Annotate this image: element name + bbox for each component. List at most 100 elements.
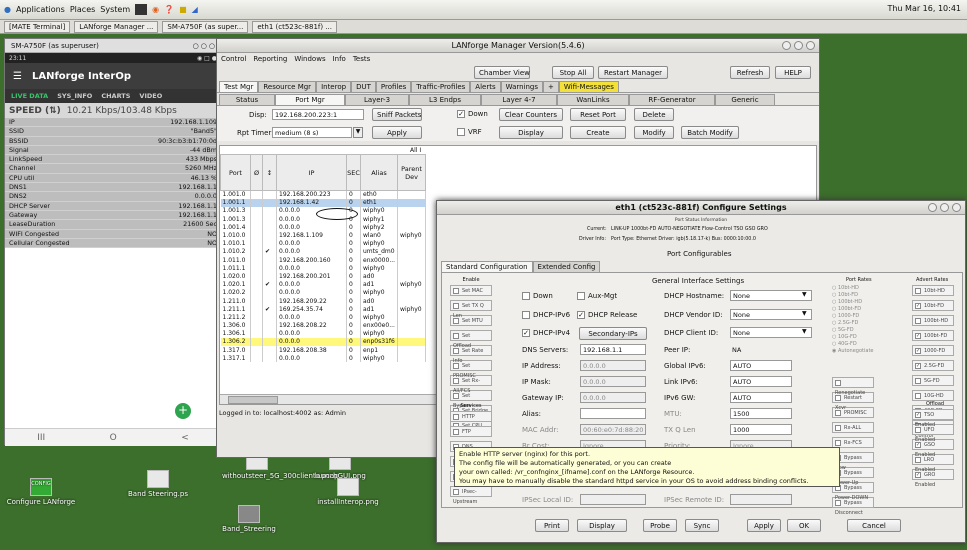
- advert-rate-option[interactable]: ✓ 1000-FD: [912, 345, 954, 356]
- ipsec-local-input[interactable]: [580, 494, 646, 505]
- table-row[interactable]: 1.306.0 192.168.208.22 0 enx00e0...: [220, 321, 427, 330]
- port-rate-radio[interactable]: ○ 10bt-FD: [832, 292, 874, 299]
- minimize-icon[interactable]: [928, 203, 937, 212]
- advert-rate-option[interactable]: ✓ 10bt-FD: [912, 300, 954, 311]
- sub-tab[interactable]: Generic: [715, 94, 775, 105]
- dhcp-clientid-select[interactable]: None: [730, 327, 812, 338]
- main-tab[interactable]: Warnings: [500, 81, 544, 92]
- offload-option[interactable]: ✓ GRO Enabled: [912, 469, 954, 488]
- table-row[interactable]: 1.317.0 192.168.208.38 0 enp1: [220, 346, 427, 355]
- port-rate-radio[interactable]: ○ 100bt-HD: [832, 299, 874, 306]
- launcher-icon[interactable]: [135, 4, 148, 15]
- create-button[interactable]: Create: [570, 126, 626, 139]
- port-rate-radio[interactable]: ○ 10G-FD: [832, 334, 874, 341]
- advert-rate-option[interactable]: 5G-FD: [912, 375, 954, 386]
- hamburger-icon[interactable]: ☰: [13, 71, 22, 82]
- tab-charts[interactable]: CHARTS: [101, 92, 130, 100]
- alias-input[interactable]: [580, 408, 646, 419]
- back-button[interactable]: <: [181, 433, 189, 443]
- desktop-icon-band-streering[interactable]: Band_Streering: [214, 505, 284, 533]
- table-row[interactable]: 1.010.2 ✔ 0.0.0.0 0 umts_dm0: [220, 247, 427, 256]
- task-configure-eth1[interactable]: eth1 (ct523c-881f) ...: [252, 20, 338, 33]
- main-tab[interactable]: Interop: [316, 81, 352, 92]
- gnome-foot-icon[interactable]: ●: [4, 5, 11, 14]
- restart-manager-button[interactable]: Restart Manager: [598, 66, 668, 79]
- desktop-icon-bandsteering-ps[interactable]: Band Steering.ps: [118, 470, 198, 498]
- port-rate-radio[interactable]: ○ 2.5G-FD: [832, 320, 874, 327]
- maximize-icon[interactable]: [794, 41, 803, 50]
- table-row[interactable]: 1.306.1 0.0.0.0 0 wiphy0: [220, 329, 427, 338]
- misc-option[interactable]: Renegotiate: [832, 377, 874, 396]
- dialog-cancel-button[interactable]: Cancel: [847, 519, 901, 532]
- enable-option[interactable]: Set TX Q Len: [450, 300, 492, 319]
- dropdown-arrow-icon[interactable]: ▼: [802, 310, 807, 317]
- table-row[interactable]: 1.211.0 192.168.209.22 0 ad0: [220, 296, 427, 306]
- maximize-icon[interactable]: [940, 203, 949, 212]
- tab-standard-config[interactable]: Standard Configuration: [441, 261, 533, 272]
- advert-rate-option[interactable]: ✓ 100bt-FD: [912, 330, 954, 341]
- dhcp-ipv4-checkbox[interactable]: ✓ DHCP-IPv4: [522, 329, 570, 337]
- misc-option[interactable]: Restart Xcvr: [832, 392, 874, 411]
- tab-extended-config[interactable]: Extended Config: [532, 261, 601, 272]
- port-rate-radio[interactable]: ○ 5G-FD: [832, 327, 874, 334]
- disp-input[interactable]: 192.168.200.223:1: [272, 109, 364, 120]
- table-row[interactable]: 1.020.0 192.168.200.201 0 ad0: [220, 272, 427, 281]
- secondary-ips-button[interactable]: Secondary-IPs: [579, 327, 647, 340]
- home-button[interactable]: O: [110, 433, 117, 443]
- offload-option[interactable]: LRO Enabled: [912, 454, 954, 473]
- main-tab[interactable]: DUT: [351, 81, 376, 92]
- editor-icon[interactable]: ◢: [192, 5, 198, 14]
- service-option[interactable]: FTP: [450, 426, 492, 437]
- port-table-column-header[interactable]: Alias: [359, 154, 399, 191]
- port-table-column-header[interactable]: ↕: [262, 154, 277, 191]
- service-option[interactable]: HTTP: [450, 411, 492, 422]
- dns-input[interactable]: 192.168.1.1: [580, 344, 646, 355]
- menu-applications[interactable]: Applications: [16, 5, 65, 14]
- misc-option[interactable]: PROMISC: [832, 407, 874, 418]
- enable-option[interactable]: Set Rate Info: [450, 345, 492, 364]
- main-tab[interactable]: Wifi-Messages: [558, 81, 619, 92]
- rpt-timer-select[interactable]: medium (8 s): [272, 127, 352, 138]
- enable-option[interactable]: Set MAC: [450, 285, 492, 296]
- advert-rate-option[interactable]: 100bt-HD: [912, 315, 954, 326]
- gateway-input[interactable]: 0.0.0.0: [580, 392, 646, 403]
- aux-mgt-checkbox[interactable]: Aux-Mgt: [577, 292, 617, 300]
- dropdown-arrow-icon[interactable]: ▼: [802, 328, 807, 335]
- chamber-view-button[interactable]: Chamber View: [474, 66, 530, 79]
- dialog-probe-button[interactable]: Probe: [643, 519, 677, 532]
- minimize-icon[interactable]: ○: [193, 42, 199, 50]
- ip-address-input[interactable]: 0.0.0.0: [580, 360, 646, 371]
- table-row[interactable]: 1.001.1 192.168.1.42 0 eth1: [220, 198, 427, 207]
- port-rate-radio[interactable]: ◉ Autonegotiate: [832, 348, 874, 355]
- port-table-column-header[interactable]: Ø: [250, 154, 263, 191]
- table-row[interactable]: 1.001.4 0.0.0.0 0 wiphy2: [220, 223, 427, 232]
- service-option[interactable]: IPsec-Upstream: [450, 486, 492, 505]
- table-row[interactable]: 1.211.2 0.0.0.0 0 wiphy0: [220, 313, 427, 322]
- misc-option[interactable]: Rx-ALL: [832, 422, 874, 433]
- modify-button[interactable]: Modify: [634, 126, 674, 139]
- menu-windows[interactable]: Windows: [294, 53, 325, 65]
- sub-tab[interactable]: Layer 4-7: [481, 94, 557, 105]
- advert-rate-option[interactable]: 10G-HD: [912, 390, 954, 401]
- dropdown-arrow-icon[interactable]: ▼: [353, 127, 363, 138]
- dhcp-ipv6-checkbox[interactable]: DHCP-IPv6: [522, 311, 570, 319]
- dhcp-hostname-select[interactable]: None: [730, 290, 812, 301]
- sniff-packets-button[interactable]: Sniff Packets: [372, 108, 422, 121]
- enable-option[interactable]: Set MTU: [450, 315, 492, 326]
- port-rate-radio[interactable]: ○ 10bt-HD: [832, 285, 874, 292]
- sub-tab[interactable]: Status: [219, 94, 275, 105]
- menu-system[interactable]: System: [100, 5, 130, 14]
- task-android[interactable]: SM-A750F (as super...: [162, 20, 249, 33]
- apply-button[interactable]: Apply: [372, 126, 422, 139]
- dialog-sync-button[interactable]: Sync: [685, 519, 719, 532]
- main-tab[interactable]: Profiles: [375, 81, 412, 92]
- global-ipv6-input[interactable]: AUTO: [730, 360, 792, 371]
- menu-places[interactable]: Places: [70, 5, 95, 14]
- port-table-column-header[interactable]: SEC: [346, 154, 361, 191]
- advert-rate-option[interactable]: ✓ 2.5G-FD: [912, 360, 954, 371]
- scrollbar-thumb[interactable]: [228, 396, 278, 404]
- table-row[interactable]: 1.010.1 0.0.0.0 0 wiphy0: [220, 239, 427, 248]
- close-icon[interactable]: [952, 203, 961, 212]
- tx-q-len-input[interactable]: 1000: [730, 424, 792, 435]
- menu-tests[interactable]: Tests: [353, 53, 370, 65]
